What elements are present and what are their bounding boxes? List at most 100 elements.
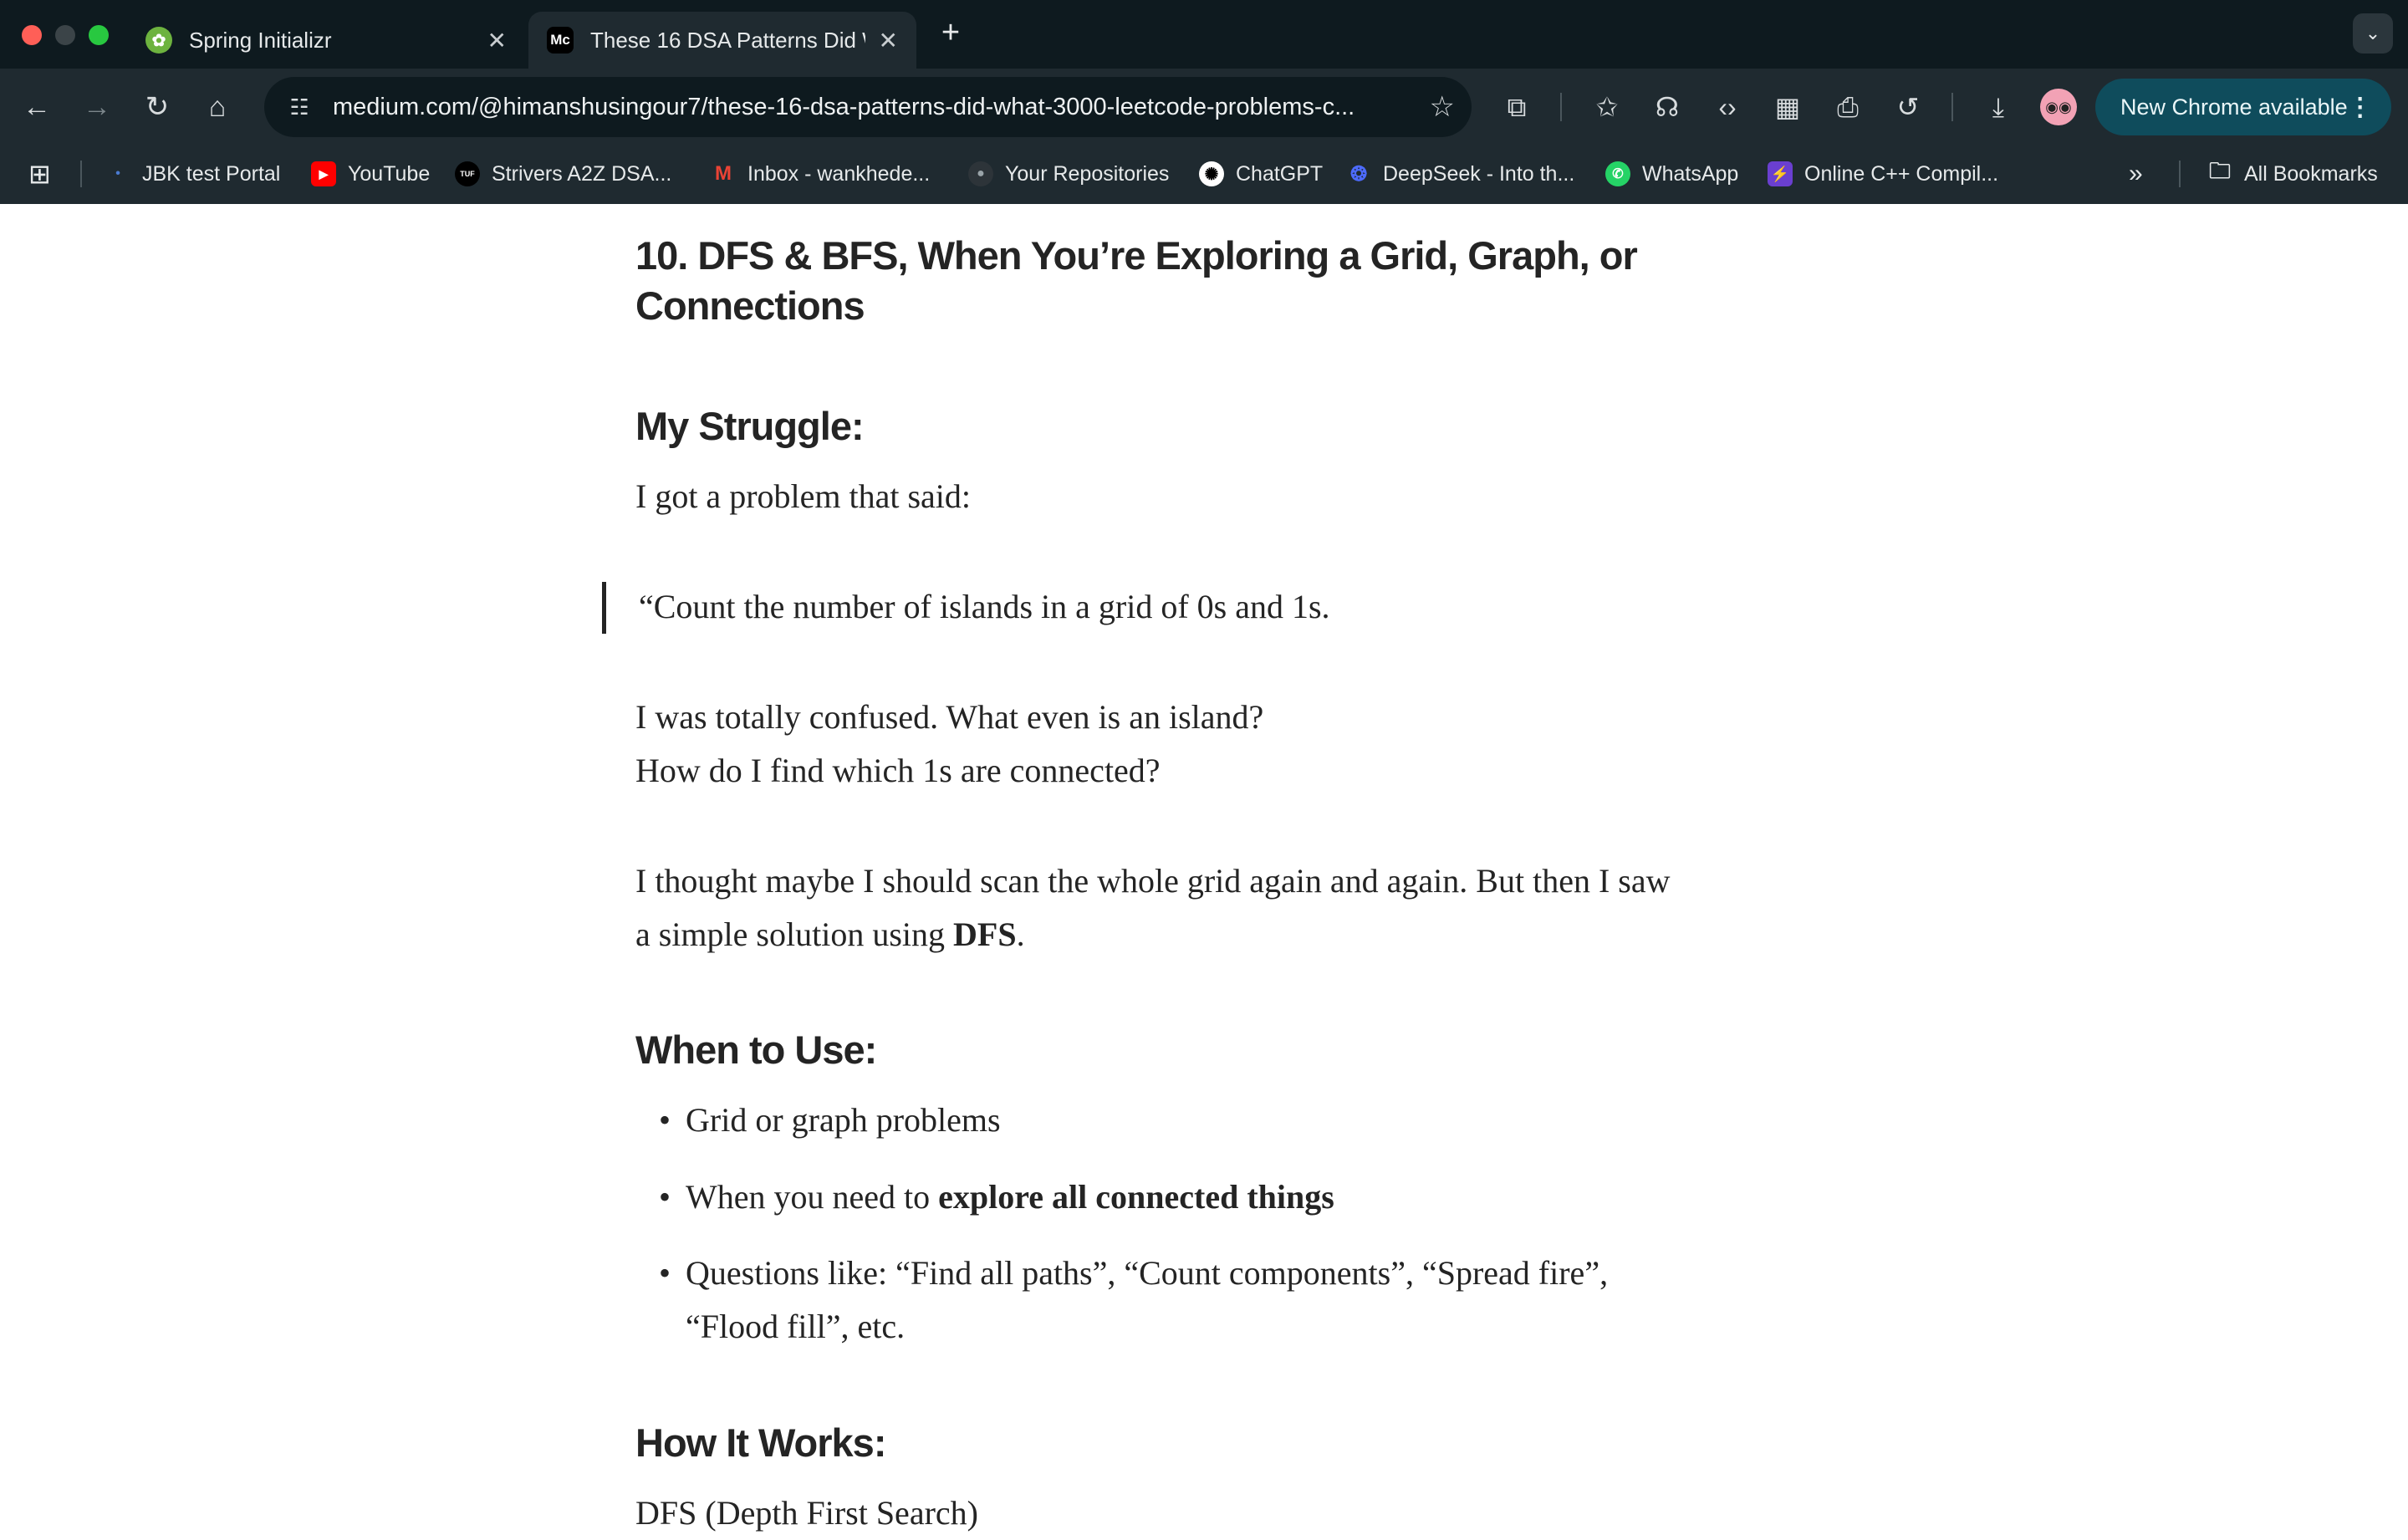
- bookmark-deepseek[interactable]: ❂ DeepSeek - Into th...: [1346, 157, 1574, 191]
- more-bookmarks-icon[interactable]: »: [2129, 157, 2143, 191]
- youtube-icon: ▶: [311, 161, 336, 186]
- paragraph-line: a simple solution using DFS.: [635, 908, 1670, 961]
- tab-title: These 16 DSA Patterns Did W: [590, 27, 865, 53]
- more-menu-icon[interactable]: ⋮: [2348, 93, 2373, 122]
- gmail-icon: M: [715, 162, 732, 185]
- bullet-dot: •: [659, 1101, 671, 1139]
- bookmark-whatsapp[interactable]: ✆ WhatsApp: [1605, 157, 1738, 191]
- tab-search-button[interactable]: ⌄: [2353, 13, 2393, 54]
- section-title-line2: Connections: [635, 283, 865, 328]
- deepseek-icon: ❂: [1349, 162, 1368, 186]
- bullet-item-grid: Grid or graph problems: [686, 1101, 1001, 1139]
- jbk-icon: •: [115, 166, 120, 181]
- toolbar-divider: [1951, 93, 1953, 121]
- bookmark-online-cpp[interactable]: ⚡ Online C++ Compil...: [1768, 157, 1998, 191]
- tuf-icon: TUF: [455, 161, 480, 186]
- bookmark-label: WhatsApp: [1642, 161, 1739, 186]
- text-run: .: [1016, 915, 1025, 953]
- extensions-icon[interactable]: ⧉: [1493, 84, 1540, 130]
- forward-icon[interactable]: →: [77, 87, 117, 127]
- zoom-window-button[interactable]: [89, 25, 109, 45]
- bullet-line: “Flood fill”, etc.: [686, 1308, 906, 1345]
- cut-off-line: DFS (Depth First Search): [635, 1494, 978, 1532]
- address-bar[interactable]: ☷ medium.com/@himanshusingour7/these-16-…: [264, 77, 1472, 137]
- bookmark-label: Inbox - wankhede...: [747, 161, 931, 186]
- reload-icon[interactable]: ↻: [137, 87, 177, 127]
- section-title-line1: 10. DFS & BFS, When You’re Exploring a G…: [635, 233, 1638, 278]
- tab-strip: ✿ Spring Initializr ✕ Mc These 16 DSA Pa…: [0, 0, 2408, 69]
- section-title: 10. DFS & BFS, When You’re Exploring a G…: [635, 231, 1773, 331]
- bookmark-github[interactable]: ● Your Repositories: [968, 157, 1169, 191]
- bullet-dot: •: [659, 1178, 671, 1216]
- how-it-works-heading: How It Works:: [635, 1420, 886, 1465]
- bookmark-jbk[interactable]: • JBK test Portal: [105, 157, 280, 191]
- apps-grid-icon[interactable]: ⊞: [28, 157, 51, 191]
- all-bookmarks-label: All Bookmarks: [2244, 161, 2378, 186]
- all-bookmarks-button[interactable]: 🗀 All Bookmarks: [2207, 157, 2378, 191]
- struggle-heading: My Struggle:: [635, 404, 865, 448]
- bold-text: explore all connected things: [938, 1178, 1334, 1216]
- home-icon[interactable]: ⌂: [197, 87, 237, 127]
- paragraph-line: I thought maybe I should scan the whole …: [635, 862, 1671, 900]
- close-window-button[interactable]: [22, 25, 42, 45]
- download-icon[interactable]: ⤓: [1975, 84, 2022, 130]
- text-run: a simple solution using: [635, 915, 953, 953]
- bookmark-label: YouTube: [348, 161, 431, 186]
- text-run: When you need to: [686, 1178, 939, 1216]
- bookmark-strivers[interactable]: TUF Strivers A2Z DSA...: [455, 157, 671, 191]
- url-text[interactable]: medium.com/@himanshusingour7/these-16-ds…: [333, 94, 1413, 121]
- new-chrome-available-button[interactable]: New Chrome available ⋮: [2095, 79, 2391, 135]
- update-label: New Chrome available: [2120, 94, 2348, 120]
- chatgpt-icon: ✺: [1199, 161, 1224, 186]
- paragraph-confused: I was totally confused. What even is an …: [635, 691, 1263, 798]
- spring-leaf-icon: ✿: [145, 27, 172, 54]
- bookmark-label: Strivers A2Z DSA...: [492, 161, 672, 186]
- new-tab-button[interactable]: +: [933, 15, 968, 50]
- bullet-line: Questions like: “Find all paths”, “Count…: [686, 1254, 1609, 1292]
- blockquote-text: “Count the number of islands in a grid o…: [639, 588, 1330, 625]
- bullet-item-explore: When you need to explore all connected t…: [686, 1170, 1334, 1224]
- browser-chrome: ✿ Spring Initializr ✕ Mc These 16 DSA Pa…: [0, 0, 2408, 204]
- whatsapp-icon: ✆: [1605, 161, 1630, 186]
- medium-icon: Mc: [547, 27, 574, 54]
- bookmark-label: DeepSeek - Into th...: [1383, 161, 1575, 186]
- bookmark-gmail[interactable]: M Inbox - wankhede...: [711, 157, 930, 191]
- bolt-icon: ⚡: [1768, 161, 1793, 186]
- tab-spring-initializr[interactable]: ✿ Spring Initializr ✕: [127, 12, 525, 69]
- toolbar-divider: [1560, 93, 1562, 121]
- profile-avatar[interactable]: ◉◉: [2040, 89, 2077, 125]
- bookmark-star-icon[interactable]: ☆: [1430, 90, 1455, 124]
- paragraph-dfs-solution: I thought maybe I should scan the whole …: [635, 854, 1670, 961]
- devtools-icon[interactable]: ‹›: [1704, 84, 1751, 130]
- bookmarks-divider: [2179, 161, 2181, 187]
- when-to-use-heading: When to Use:: [635, 1028, 877, 1072]
- folder-icon: 🗀: [2208, 158, 2231, 183]
- paragraph-problem-intro: I got a problem that said:: [635, 477, 972, 515]
- incognito-icon[interactable]: ☊: [1644, 84, 1691, 130]
- paragraph-line: How do I find which 1s are connected?: [635, 752, 1161, 789]
- bookmark-chatgpt[interactable]: ✺ ChatGPT: [1199, 157, 1323, 191]
- tab-medium-article[interactable]: Mc These 16 DSA Patterns Did W ✕: [528, 12, 916, 69]
- qr-code-icon[interactable]: ▦: [1764, 84, 1811, 130]
- paragraph-line: I was totally confused. What even is an …: [635, 698, 1264, 736]
- blockquote-bar: [602, 582, 606, 634]
- reading-list-icon[interactable]: ✩: [1584, 84, 1630, 130]
- github-icon: ●: [968, 161, 993, 186]
- dfs-bold-text: DFS: [953, 915, 1017, 953]
- bookmark-label: Online C++ Compil...: [1804, 161, 1999, 186]
- bookmarks-divider: [80, 161, 82, 187]
- bookmark-label: ChatGPT: [1236, 161, 1324, 186]
- bullet-item-questions: Questions like: “Find all paths”, “Count…: [686, 1247, 1608, 1354]
- close-tab-icon[interactable]: ✕: [879, 27, 898, 54]
- history-icon[interactable]: ↺: [1885, 84, 1931, 130]
- close-tab-icon[interactable]: ✕: [487, 27, 507, 54]
- bookmark-youtube[interactable]: ▶ YouTube: [311, 157, 430, 191]
- site-info-icon[interactable]: ☷: [283, 90, 316, 124]
- bookmark-label: Your Repositories: [1005, 161, 1170, 186]
- tab-title: Spring Initializr: [189, 27, 332, 53]
- bullet-dot: •: [659, 1254, 671, 1292]
- bookmark-label: JBK test Portal: [142, 161, 281, 186]
- minimize-window-button[interactable]: [55, 25, 75, 45]
- print-icon[interactable]: ⎙: [1824, 84, 1871, 130]
- back-icon[interactable]: ←: [17, 87, 57, 127]
